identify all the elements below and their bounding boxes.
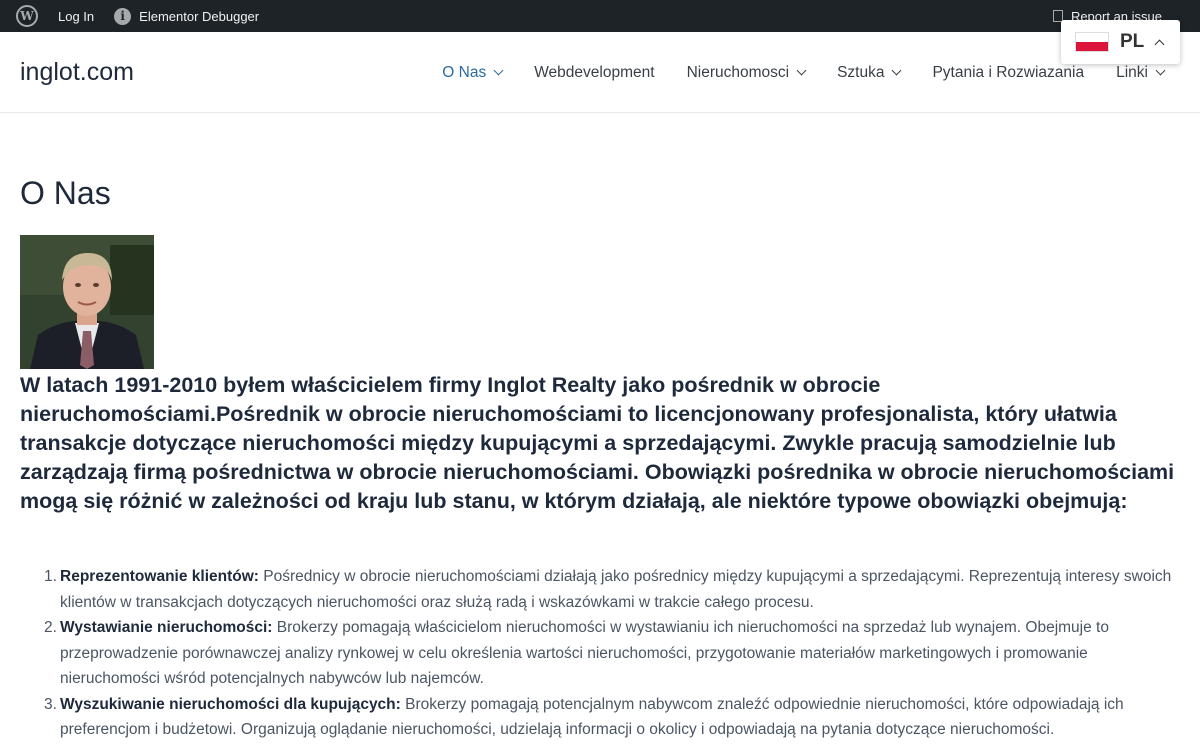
list-item-heading: Wyszukiwanie nieruchomości dla kupującyc… <box>60 695 401 713</box>
list-item: 2. Wystawianie nieruchomości: Brokerzy p… <box>44 615 1180 692</box>
language-code: PL <box>1120 31 1145 52</box>
nav-item-sztuka[interactable]: Sztuka <box>821 32 916 113</box>
nav-item-nieruchomosci[interactable]: Nieruchomosci <box>671 32 822 113</box>
language-switcher[interactable]: PL <box>1061 20 1180 64</box>
wordpress-logo-link[interactable]: W <box>0 0 48 32</box>
chevron-down-icon <box>493 65 504 76</box>
duties-list: 1. Reprezentowanie klientów: Pośrednicy … <box>44 564 1180 743</box>
info-icon: i <box>114 7 132 25</box>
list-item: 1. Reprezentowanie klientów: Pośrednicy … <box>44 564 1180 615</box>
site-header: inglot.com O Nas Webdevelopment Nierucho… <box>0 32 1200 113</box>
list-number: 1. <box>44 568 57 585</box>
portrait-image <box>20 235 154 369</box>
portrait-photo <box>20 235 154 369</box>
chevron-down-icon <box>892 65 902 76</box>
list-item-heading: Wystawianie nieruchomości: <box>60 619 273 636</box>
site-title[interactable]: inglot.com <box>20 58 134 87</box>
nav-label: Pytania i Rozwiazania <box>932 63 1085 81</box>
nav-label: Sztuka <box>837 63 885 81</box>
elementor-debugger-link[interactable]: i Elementor Debugger <box>104 0 269 32</box>
list-number: 2. <box>44 619 57 636</box>
poland-flag-icon <box>1075 32 1109 52</box>
login-link[interactable]: Log In <box>48 0 104 32</box>
list-number: 3. <box>44 695 57 713</box>
chevron-up-icon <box>1154 39 1165 49</box>
nav-label: O Nas <box>442 63 487 81</box>
nav-label: Nieruchomosci <box>686 63 790 81</box>
list-item-heading: Reprezentowanie klientów: <box>60 568 259 585</box>
debugger-label: Elementor Debugger <box>139 8 260 24</box>
login-label: Log In <box>58 8 95 24</box>
chevron-down-icon <box>796 65 807 76</box>
nav-item-webdevelopment[interactable]: Webdevelopment <box>518 32 670 113</box>
wordpress-icon: W <box>16 5 38 27</box>
intro-text: W latach 1991-2010 byłem właścicielem fi… <box>20 373 1175 513</box>
chevron-down-icon <box>1155 65 1166 76</box>
nav-item-o-nas[interactable]: O Nas <box>426 32 518 113</box>
nav-label: Linki <box>1116 63 1148 81</box>
list-item: 3. Wyszukiwanie nieruchomości dla kupują… <box>44 692 1180 743</box>
page-title: O Nas <box>20 175 111 211</box>
nav-label: Webdevelopment <box>534 63 655 81</box>
admin-bar: W Log In i Elementor Debugger Report an … <box>0 0 1200 32</box>
